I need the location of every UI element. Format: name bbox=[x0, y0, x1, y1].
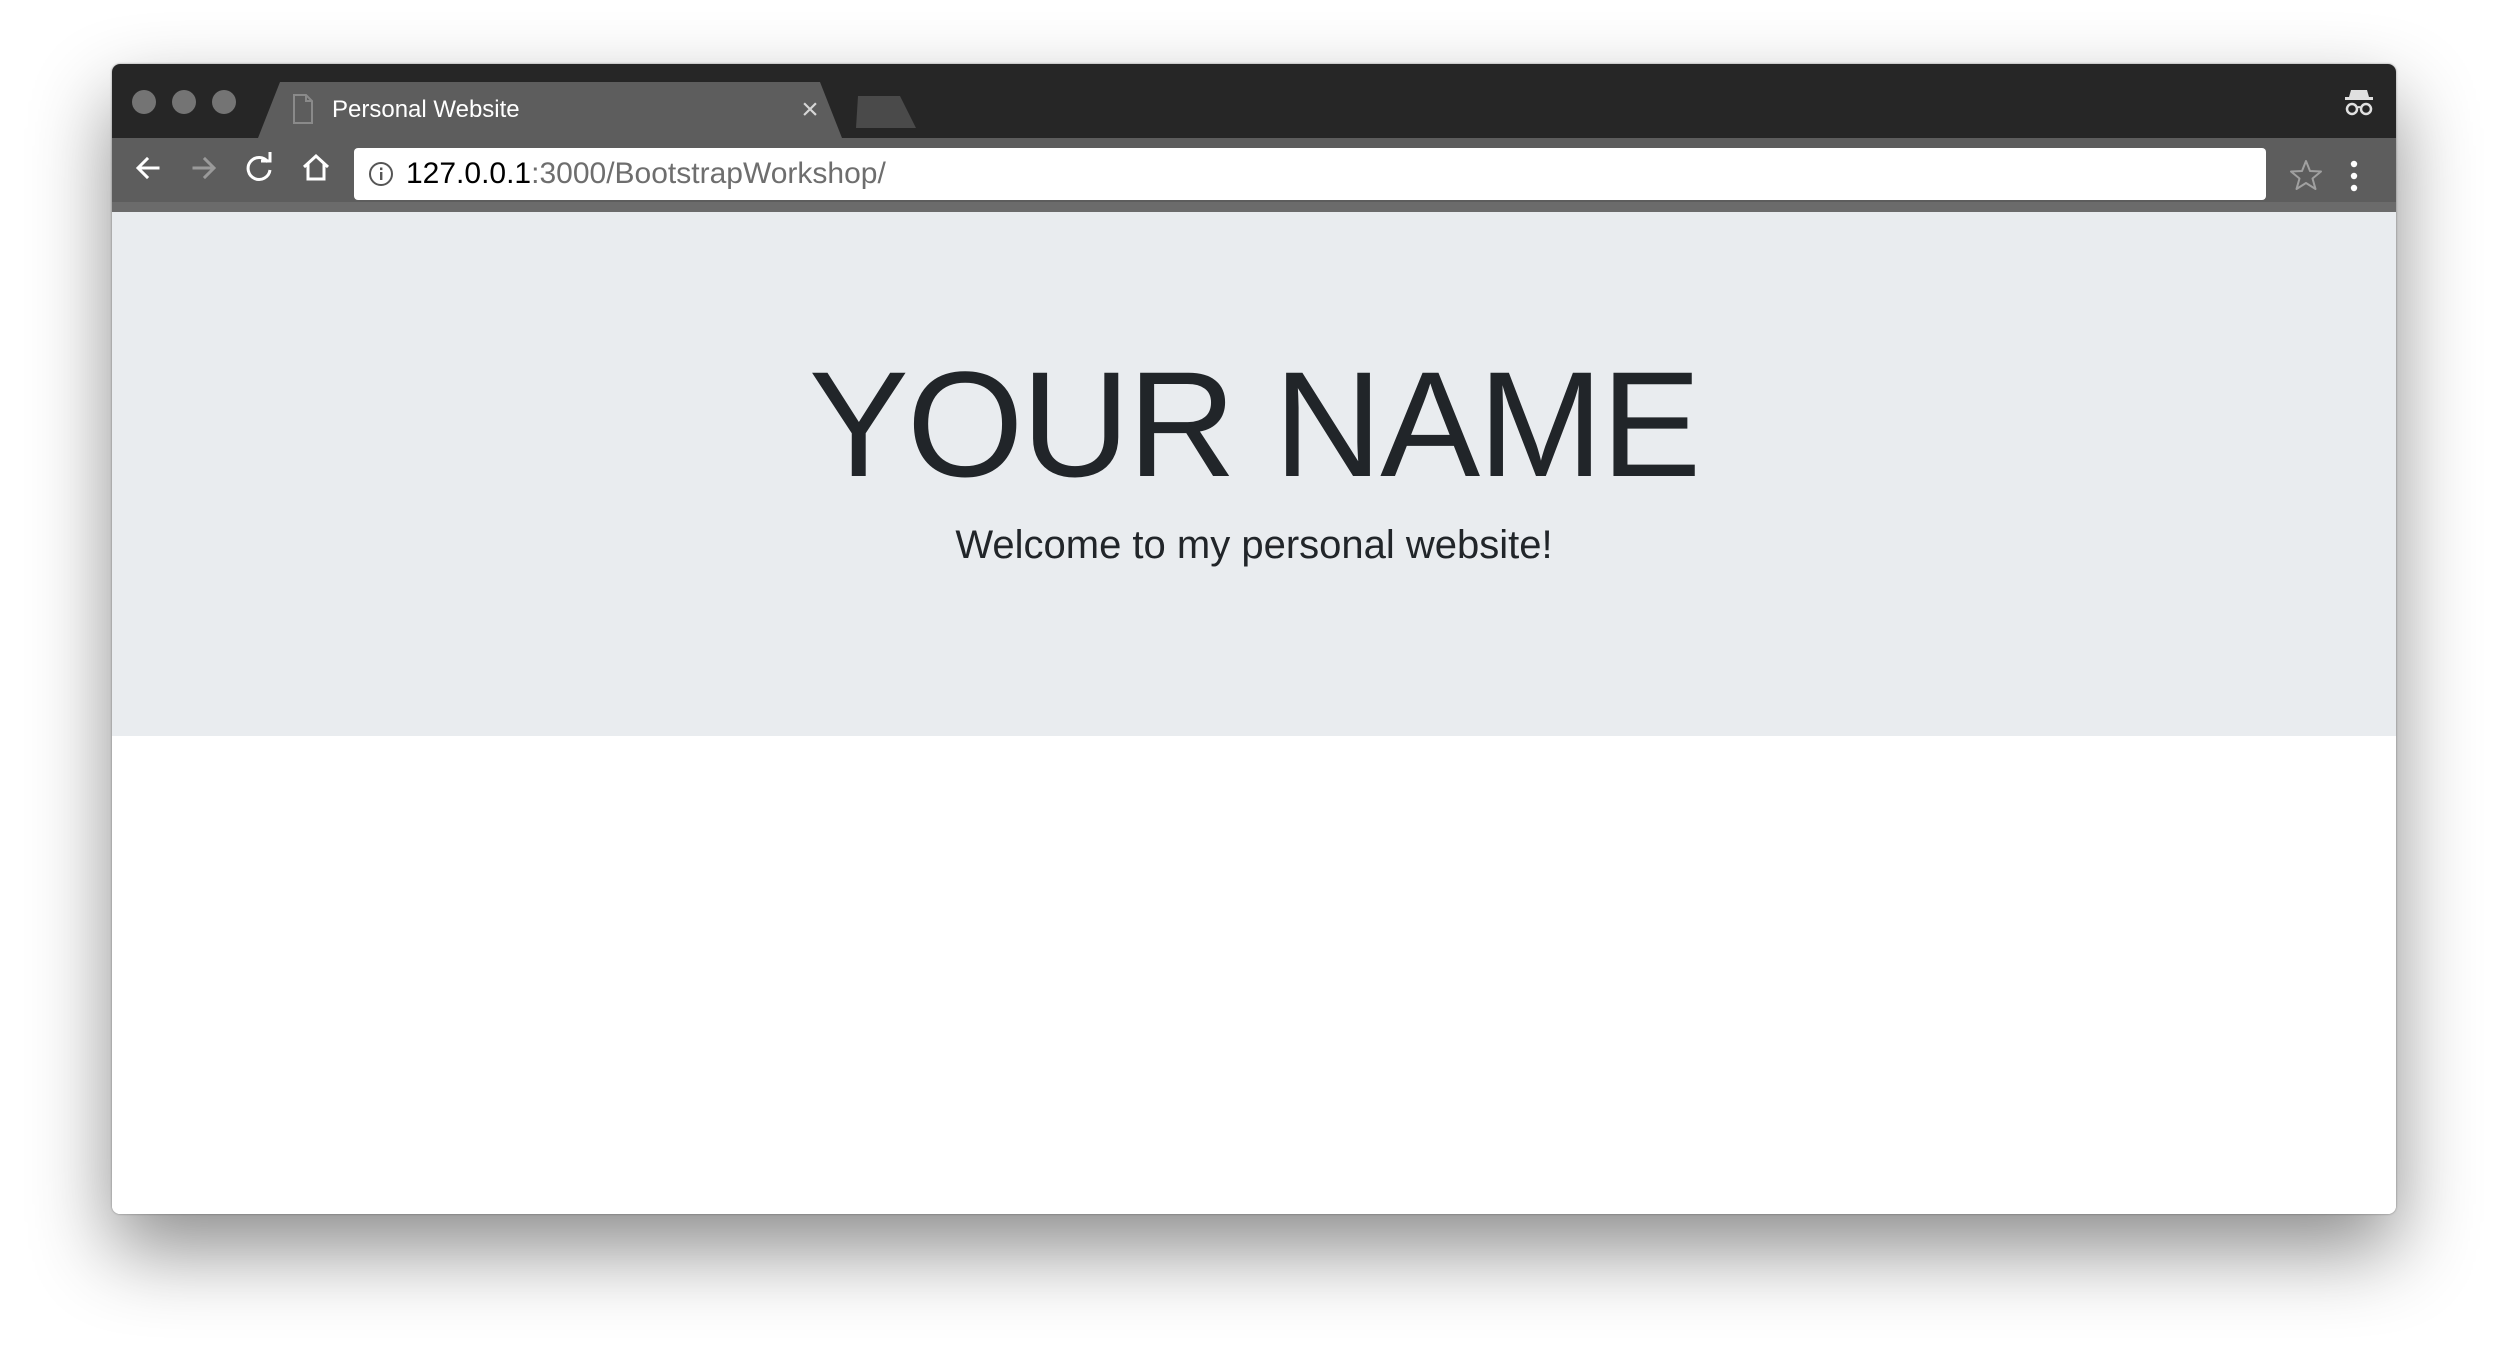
page-title: YOUR NAME bbox=[808, 340, 1701, 508]
close-window-button[interactable] bbox=[132, 90, 156, 114]
page-viewport: YOUR NAME Welcome to my personal website… bbox=[112, 212, 2396, 1214]
zoom-window-button[interactable] bbox=[212, 90, 236, 114]
address-bar[interactable]: 127.0.0.1:3000/BootstrapWorkshop/ bbox=[354, 148, 2266, 200]
tab-close-icon[interactable]: × bbox=[794, 94, 826, 126]
new-tab-button[interactable] bbox=[848, 96, 916, 128]
jumbotron: YOUR NAME Welcome to my personal website… bbox=[112, 212, 2396, 736]
reload-icon[interactable] bbox=[240, 148, 280, 188]
minimize-window-button[interactable] bbox=[172, 90, 196, 114]
tab-title: Personal Website bbox=[332, 96, 520, 123]
title-bar: Personal Website × bbox=[112, 64, 2396, 138]
url-text[interactable]: 127.0.0.1:3000/BootstrapWorkshop/ bbox=[406, 148, 886, 200]
menu-kebab-icon[interactable] bbox=[2348, 156, 2360, 196]
url-path: :3000/BootstrapWorkshop/ bbox=[531, 157, 886, 190]
browser-window: Personal Website × 127.0.0.1:3000/Bootst… bbox=[112, 64, 2396, 1214]
back-arrow-icon[interactable] bbox=[128, 148, 168, 188]
toolbar-divider bbox=[112, 202, 2396, 212]
page-icon bbox=[293, 94, 313, 124]
url-host: 127.0.0.1 bbox=[406, 157, 532, 190]
forward-arrow-icon[interactable] bbox=[184, 148, 224, 188]
info-icon[interactable] bbox=[368, 161, 394, 187]
incognito-icon bbox=[2345, 90, 2373, 116]
star-icon[interactable] bbox=[2288, 157, 2324, 193]
home-icon[interactable] bbox=[296, 148, 336, 188]
lead-text: Welcome to my personal website! bbox=[955, 523, 1553, 567]
